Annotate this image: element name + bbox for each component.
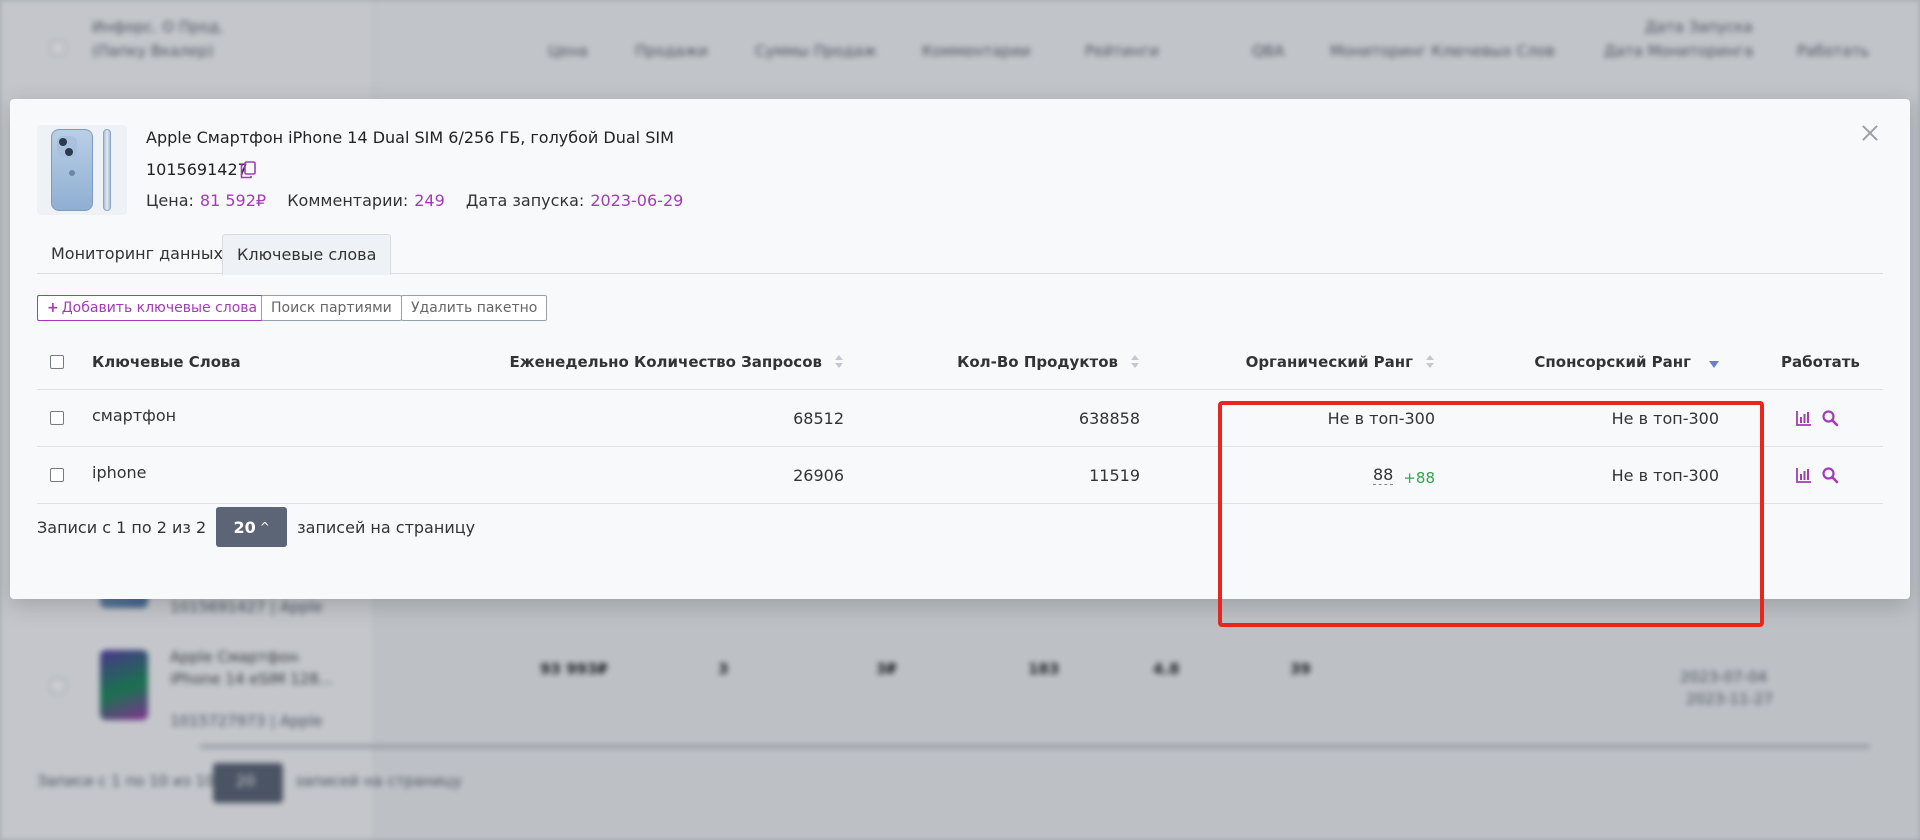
per-page-suffix: записей на страницу [297,517,476,537]
select-all-checkbox[interactable] [50,355,64,369]
products-count-cell: 11519 [1089,465,1140,485]
camera-module [57,136,77,158]
column-sponsored-rank[interactable]: Спонсорский Ранг [1534,335,1719,389]
pagination-summary: Записи с 1 по 2 из 2 [37,517,207,537]
phone-side-image [103,129,111,211]
bar-chart-icon[interactable] [1795,466,1813,484]
sponsored-rank-cell: Не в топ-300 [1611,465,1719,485]
products-count-cell: 638858 [1078,408,1140,428]
column-organic-rank[interactable]: Органический Ранг [1246,335,1435,389]
table-row: смартфон 68512 638858 Не в топ-300 Не в … [37,390,1883,447]
keywords-modal: Apple Смартфон iPhone 14 Dual SIM 6/256 … [10,99,1910,627]
product-id: 1015691427 [146,160,248,179]
tab-data-monitoring[interactable]: Мониторинг данных [37,234,237,275]
price-value: 81 592₽ [199,191,267,210]
select-all-cell [50,335,64,389]
keyword-text: iphone [92,462,147,482]
sort-desc-icon[interactable] [1709,361,1719,369]
close-icon[interactable] [1858,121,1882,145]
column-weekly-queries[interactable]: Еженедельно Количество Запросов [509,335,844,389]
product-meta: Цена: 81 592₽ Комментарии: 249 Дата запуск… [146,191,699,210]
batch-search-button[interactable]: Поиск партиями [261,295,402,321]
row-checkbox-cell [50,447,64,503]
organic-rank-cell: Не в топ-300 [1327,408,1435,428]
column-weekly-queries-label: Еженедельно Количество Запросов [509,353,822,371]
column-organic-rank-label: Органический Ранг [1245,353,1413,371]
column-actions: Работать [1781,353,1860,371]
sort-icon[interactable] [1130,354,1140,370]
bar-chart-icon[interactable] [1795,409,1813,427]
apple-logo [69,170,75,176]
add-keywords-label: Добавить ключевые слова [61,300,258,316]
product-title: Apple Смартфон iPhone 14 Dual SIM 6/256 … [146,128,674,147]
launch-date-value: 2023-06-29 [590,191,684,210]
weekly-queries-cell: 68512 [793,408,844,428]
modal-tabs: Мониторинг данных Ключевые слова [37,234,1883,275]
price-label: Цена: [146,191,194,210]
sort-icon[interactable] [834,354,844,370]
row-checkbox[interactable] [50,411,64,425]
keyword-cell: смартфон [92,390,176,446]
column-sponsored-rank-label: Спонсорский Ранг [1534,353,1691,371]
copy-icon[interactable] [240,161,256,179]
table-header: Ключевые Слова Еженедельно Количество За… [37,335,1883,390]
keywords-table: Ключевые Слова Еженедельно Количество За… [37,335,1883,504]
sponsored-rank-cell: Не в топ-300 [1611,408,1719,428]
column-keyword: Ключевые Слова [92,353,241,371]
keyword-cell: iphone [92,447,147,503]
row-actions [1795,390,1847,446]
batch-delete-button[interactable]: Удалить пакетно [401,295,548,321]
product-image [37,125,127,215]
search-icon[interactable] [1821,409,1839,427]
organic-rank-delta: +88 [1403,469,1435,487]
row-checkbox[interactable] [50,468,64,482]
sort-icon[interactable] [1425,354,1435,370]
pagination: Записи с 1 по 2 из 2 20 ^ записей на стра… [37,507,475,547]
launch-date-label: Дата запуска: [465,191,585,210]
row-actions [1795,447,1847,503]
search-icon[interactable] [1821,466,1839,484]
per-page-value: 20 [233,517,256,537]
plus-icon: + [47,300,59,316]
organic-rank-value[interactable]: 88 [1372,465,1394,485]
add-keywords-button[interactable]: + Добавить ключевые слова [37,295,268,321]
weekly-queries-cell: 26906 [793,465,844,485]
keyword-text: смартфон [92,405,177,425]
column-products-count-label: Кол-Во Продуктов [957,353,1118,371]
phone-back-image [51,129,93,211]
comments-label: Комментарии: [287,191,409,210]
table-row: iphone 26906 11519 88 +88 Не в топ-300 [37,447,1883,504]
chevron-up-icon: ^ [259,520,270,534]
per-page-select[interactable]: 20 ^ [216,507,288,547]
comments-value: 249 [414,191,445,210]
organic-rank-cell: 88 +88 [1372,447,1435,503]
column-products-count[interactable]: Кол-Во Продуктов [957,335,1140,389]
row-checkbox-cell [50,390,64,446]
tab-keywords[interactable]: Ключевые слова [222,234,392,275]
